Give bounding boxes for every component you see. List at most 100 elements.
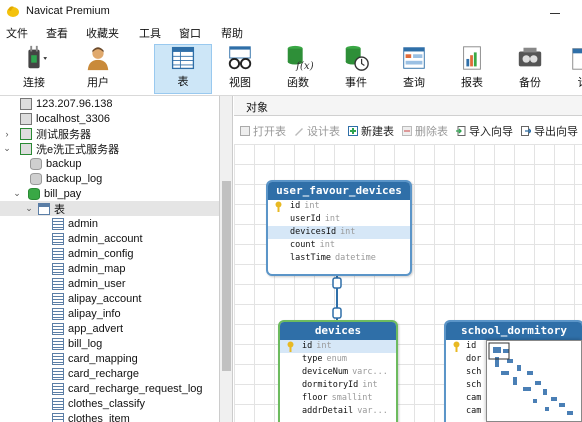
table-icon bbox=[52, 232, 64, 245]
toolbar-query-label: 查询 bbox=[403, 77, 425, 89]
er-table-user-favour-devices[interactable]: user_favour_devices id int userId int devi… bbox=[266, 180, 412, 276]
tree-label: 测试服务器 bbox=[36, 128, 91, 141]
tree-label: bill_pay bbox=[44, 187, 82, 200]
object-actions-toolbar: 打开表 设计表 新建表 删除表 导入向导 导出向导 bbox=[234, 120, 582, 142]
tree-conn-localhost[interactable]: localhost_3306 bbox=[0, 111, 219, 126]
tree-db-backup-log[interactable]: backup_log bbox=[0, 171, 219, 186]
er-field[interactable]: userId int bbox=[268, 213, 410, 226]
database-icon bbox=[30, 172, 42, 185]
menu-help[interactable]: 帮助 bbox=[217, 25, 247, 41]
table-icon bbox=[171, 46, 195, 70]
er-field[interactable]: id int bbox=[280, 340, 396, 353]
tree-conn-test-server[interactable]: › 测试服务器 bbox=[0, 126, 219, 141]
tree-conn-123-207-96-138[interactable]: 123.207.96.138 bbox=[0, 96, 219, 111]
diagram-navigator-minimap[interactable] bbox=[486, 340, 582, 422]
sidebar-scrollbar-thumb[interactable] bbox=[222, 181, 231, 371]
design-table-button[interactable]: 设计表 bbox=[294, 123, 340, 139]
export-wizard-button[interactable]: 导出向导 bbox=[521, 123, 578, 139]
tab-objects[interactable]: 对象 bbox=[246, 99, 268, 115]
table-icon bbox=[52, 337, 64, 350]
tree-table-clothes-classify[interactable]: clothes_classify bbox=[0, 396, 219, 411]
toolbar-backup-label: 备份 bbox=[519, 77, 541, 89]
er-field[interactable]: lastTime datetime bbox=[268, 252, 410, 265]
primary-key-icon bbox=[275, 201, 282, 212]
chevron-down-icon[interactable]: ⌄ bbox=[2, 143, 12, 154]
toolbar-connect-button[interactable]: 连接 bbox=[12, 44, 56, 94]
er-field[interactable]: type enum bbox=[280, 353, 396, 366]
tree-table-admin-account[interactable]: admin_account bbox=[0, 231, 219, 246]
tree-table-alipay-info[interactable]: alipay_info bbox=[0, 306, 219, 321]
primary-key-icon bbox=[453, 341, 460, 352]
chevron-down-icon[interactable]: ⌄ bbox=[12, 188, 22, 199]
tree-db-backup[interactable]: backup bbox=[0, 156, 219, 171]
query-icon bbox=[403, 47, 425, 69]
tree-label: bill_log bbox=[68, 337, 103, 350]
sidebar-scrollbar[interactable] bbox=[220, 96, 233, 422]
primary-key-icon bbox=[287, 341, 294, 352]
tree-label: admin_config bbox=[68, 247, 134, 260]
tree-table-card-mapping[interactable]: card_mapping bbox=[0, 351, 219, 366]
connection-icon bbox=[20, 97, 32, 110]
toolbar-event-button[interactable]: 事件 bbox=[336, 44, 376, 94]
chevron-down-icon[interactable]: ⌄ bbox=[24, 203, 34, 214]
toolbar-user-button[interactable]: 用户 bbox=[76, 44, 120, 94]
toolbar-table-button[interactable]: 表 bbox=[154, 44, 212, 94]
tree-label: alipay_account bbox=[68, 292, 142, 305]
toolbar-backup-button[interactable]: 备份 bbox=[510, 44, 550, 94]
import-wizard-button[interactable]: 导入向导 bbox=[456, 123, 513, 139]
er-field[interactable]: count int bbox=[268, 239, 410, 252]
tree-table-card-recharge-request-log[interactable]: card_recharge_request_log bbox=[0, 381, 219, 396]
export-icon bbox=[521, 126, 531, 136]
tree-table-alipay-account[interactable]: alipay_account bbox=[0, 291, 219, 306]
tree-label: localhost_3306 bbox=[36, 112, 111, 125]
er-field[interactable]: id int bbox=[268, 200, 410, 213]
minimize-button[interactable] bbox=[550, 4, 560, 14]
menu-file[interactable]: 文件 bbox=[2, 25, 32, 41]
tree-table-clothes-item[interactable]: clothes_item bbox=[0, 411, 219, 422]
toolbar-query-button[interactable]: 查询 bbox=[394, 44, 434, 94]
menu-bar: 文件 查看 收藏夹 工具 窗口 帮助 bbox=[0, 24, 582, 42]
tree-table-app-advert[interactable]: app_advert bbox=[0, 321, 219, 336]
import-icon bbox=[456, 126, 466, 136]
er-field[interactable]: floor smallint bbox=[280, 392, 396, 405]
table-icon bbox=[52, 397, 64, 410]
tree-table-admin-user[interactable]: admin_user bbox=[0, 276, 219, 291]
open-table-icon bbox=[240, 126, 250, 136]
er-field[interactable]: devicesId int bbox=[268, 226, 410, 239]
menu-tools[interactable]: 工具 bbox=[135, 25, 165, 41]
chevron-right-icon[interactable]: › bbox=[2, 129, 12, 139]
er-field[interactable]: dormitoryId int bbox=[280, 379, 396, 392]
event-clock-icon bbox=[345, 45, 369, 71]
toolbar-report-label: 报表 bbox=[461, 77, 483, 89]
tree-conn-prod-server[interactable]: ⌄ 洗e洗正式服务器 bbox=[0, 141, 219, 156]
menu-window[interactable]: 窗口 bbox=[175, 25, 205, 41]
menu-favorites[interactable]: 收藏夹 bbox=[82, 25, 123, 41]
toolbar-view-button[interactable]: 视图 bbox=[220, 44, 260, 94]
navicat-logo-icon bbox=[7, 6, 19, 17]
new-table-button[interactable]: 新建表 bbox=[348, 123, 394, 139]
toolbar-function-button[interactable]: f(x) 函数 bbox=[278, 44, 318, 94]
menu-view[interactable]: 查看 bbox=[42, 25, 72, 41]
report-icon bbox=[463, 46, 481, 70]
relation-connector[interactable] bbox=[330, 274, 344, 322]
tree-table-admin-map[interactable]: admin_map bbox=[0, 261, 219, 276]
delete-table-button[interactable]: 删除表 bbox=[402, 123, 448, 139]
tree-db-bill-pay[interactable]: ⌄ bill_pay bbox=[0, 186, 219, 201]
design-table-icon bbox=[295, 128, 303, 136]
tree-table-admin[interactable]: admin bbox=[0, 216, 219, 231]
tables-folder-icon bbox=[38, 202, 50, 215]
open-table-button[interactable]: 打开表 bbox=[240, 123, 286, 139]
tree-label: clothes_item bbox=[68, 412, 130, 422]
toolbar-schedule-button[interactable]: 计 bbox=[568, 44, 582, 94]
toolbar-report-button[interactable]: 报表 bbox=[452, 44, 492, 94]
import-wizard-label: 导入向导 bbox=[469, 126, 513, 138]
tree-tables-folder[interactable]: ⌄ 表 bbox=[0, 201, 219, 216]
tree-table-card-recharge[interactable]: card_recharge bbox=[0, 366, 219, 381]
tree-table-bill-log[interactable]: bill_log bbox=[0, 336, 219, 351]
toolbar-event-label: 事件 bbox=[345, 77, 367, 89]
er-table-devices[interactable]: devices id int type enum deviceNum varc... … bbox=[278, 320, 398, 422]
tree-table-admin-config[interactable]: admin_config bbox=[0, 246, 219, 261]
er-field[interactable]: addrDetail var... bbox=[280, 405, 396, 418]
er-field[interactable]: deviceNum varc... bbox=[280, 366, 396, 379]
table-icon bbox=[52, 277, 64, 290]
